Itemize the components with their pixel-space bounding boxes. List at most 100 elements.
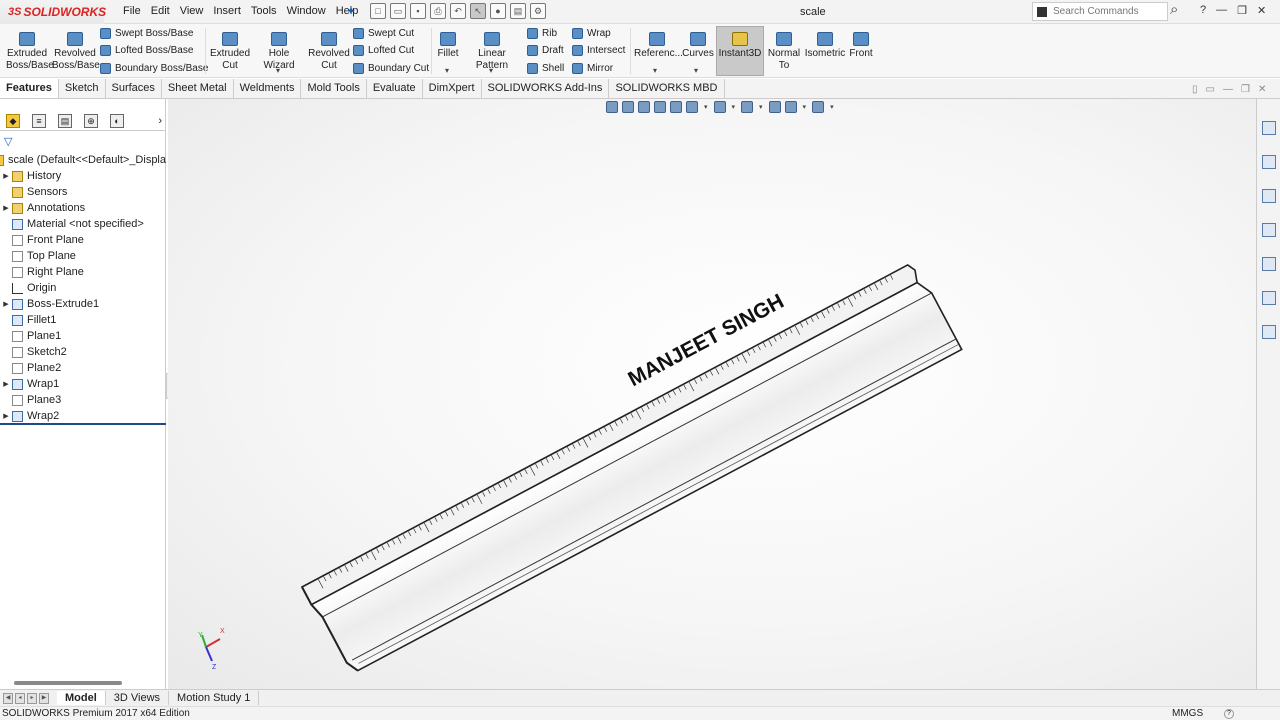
rib-button[interactable]: Rib — [527, 28, 557, 39]
normal-to-button[interactable]: Normal To — [766, 32, 802, 72]
first-tab-icon[interactable]: ◀ — [3, 692, 13, 704]
menu-file[interactable]: File — [118, 5, 146, 17]
reference-dropdown-icon[interactable]: ▾ — [653, 66, 657, 75]
tree-item[interactable]: ▶ Boss-Extrude1 — [0, 296, 166, 312]
section-view-icon[interactable] — [654, 101, 666, 113]
display-style-icon[interactable] — [713, 101, 726, 113]
property-manager-tab-icon[interactable]: ≡ — [32, 113, 46, 128]
tree-item[interactable]: Plane3 — [0, 392, 166, 408]
tab-sheet-metal[interactable]: Sheet Metal — [162, 79, 234, 98]
viewport-restore-icon[interactable]: ❐ — [1241, 84, 1250, 95]
tree-item[interactable]: Top Plane — [0, 248, 166, 264]
custom-properties-icon[interactable] — [1261, 291, 1276, 305]
view-orientation-icon[interactable] — [686, 101, 698, 113]
menu-view[interactable]: View — [175, 5, 209, 17]
display-manager-tab-icon[interactable]: ◐ — [110, 113, 124, 128]
save-icon[interactable]: ▪ — [410, 3, 426, 19]
filter-icon[interactable]: ▽ — [4, 135, 12, 148]
tree-item[interactable]: Front Plane — [0, 232, 166, 248]
restore-icon[interactable]: ❐ — [1237, 4, 1247, 17]
view-settings-dropdown-icon[interactable]: ▾ — [830, 103, 834, 111]
expand-arrow-icon[interactable]: ▶ — [0, 412, 12, 420]
edit-appearance-icon[interactable] — [768, 101, 781, 113]
open-icon[interactable]: ▭ — [390, 3, 406, 19]
tab-sketch[interactable]: Sketch — [59, 79, 106, 98]
tree-item[interactable]: scale (Default<<Default>_Displa — [0, 152, 166, 168]
tile-icon[interactable]: ▯ — [1192, 84, 1198, 95]
tab-dimxpert[interactable]: DimXpert — [423, 79, 482, 98]
scene-dropdown-icon[interactable]: ▾ — [803, 103, 807, 111]
file-properties-icon[interactable]: ▤ — [510, 3, 526, 19]
apply-scene-icon[interactable] — [784, 101, 797, 113]
expand-arrow-icon[interactable]: ▶ — [0, 300, 12, 308]
curves-button[interactable]: Curves — [682, 32, 714, 60]
tab-motion-study[interactable]: Motion Study 1 — [169, 691, 260, 705]
intersect-button[interactable]: Intersect — [572, 45, 625, 56]
extruded-cut-button[interactable]: Extruded Cut — [210, 32, 250, 72]
next-tab-icon[interactable]: ▸ — [27, 692, 37, 704]
units-selector[interactable]: MMGS — [1172, 708, 1203, 719]
isometric-button[interactable]: Isometric — [804, 32, 846, 60]
viewport-close-icon[interactable]: ✕ — [1258, 84, 1266, 95]
dynamic-annotation-icon[interactable] — [670, 101, 682, 113]
view-settings-icon[interactable] — [812, 101, 825, 113]
boundary-cut-button[interactable]: Boundary Cut — [353, 63, 429, 74]
minimize-icon[interactable]: — — [1216, 4, 1227, 17]
chevron-right-icon[interactable]: › — [158, 115, 162, 127]
feature-manager-tab-icon[interactable]: ◆ — [6, 113, 20, 128]
previous-view-icon[interactable] — [638, 101, 650, 113]
ruler-model[interactable]: MANJEET SINGH X Y Z — [168, 99, 1256, 689]
tab-weldments[interactable]: Weldments — [234, 79, 302, 98]
zoom-to-fit-icon[interactable] — [606, 101, 618, 113]
split-icon[interactable]: ▭ — [1206, 84, 1215, 95]
swept-boss-button[interactable]: Swept Boss/Base — [100, 28, 193, 39]
tree-item[interactable]: Plane1 — [0, 328, 166, 344]
expand-arrow-icon[interactable]: ▶ — [0, 172, 12, 180]
appearances-icon[interactable] — [1261, 257, 1276, 271]
tree-item[interactable]: ▶ History — [0, 168, 166, 184]
tree-item[interactable]: Plane2 — [0, 360, 166, 376]
display-style-dropdown-icon[interactable]: ▾ — [732, 103, 736, 111]
hide-show-items-icon[interactable] — [741, 101, 754, 113]
fillet-dropdown-icon[interactable]: ▾ — [445, 66, 449, 75]
tab-features[interactable]: Features — [0, 79, 59, 98]
menu-window[interactable]: Window — [282, 5, 331, 17]
pin-icon[interactable]: ✦ — [346, 4, 356, 18]
options-icon[interactable]: ⚙ — [530, 3, 546, 19]
tab-evaluate[interactable]: Evaluate — [367, 79, 423, 98]
forum-icon[interactable] — [1261, 325, 1276, 339]
design-library-icon[interactable] — [1261, 189, 1276, 203]
file-explorer-icon[interactable] — [1261, 223, 1276, 237]
revolved-boss-button[interactable]: Revolved Boss/Base — [52, 32, 100, 72]
tab-solidworks-mbd[interactable]: SOLIDWORKS MBD — [609, 79, 725, 98]
menu-tools[interactable]: Tools — [246, 5, 282, 17]
tree-item[interactable]: Fillet1 — [0, 312, 166, 328]
tab-surfaces[interactable]: Surfaces — [106, 79, 162, 98]
prev-tab-icon[interactable]: ◂ — [15, 692, 25, 704]
last-tab-icon[interactable]: ▶ — [39, 692, 49, 704]
solidworks-logo[interactable]: 3S SOLIDWORKS — [0, 0, 106, 24]
tree-item[interactable]: ▶ Wrap1 — [0, 376, 166, 392]
menu-edit[interactable]: Edit — [146, 5, 175, 17]
linear-pattern-dropdown-icon[interactable]: ▾ — [489, 66, 493, 75]
viewport-minimize-icon[interactable]: — — [1223, 84, 1233, 95]
new-document-icon[interactable]: □ — [370, 3, 386, 19]
horizontal-scrollbar[interactable] — [14, 681, 122, 685]
graphics-area[interactable]: MANJEET SINGH X Y Z — [168, 99, 1256, 689]
help-icon[interactable]: ? — [1200, 4, 1206, 17]
tab-model[interactable]: Model — [57, 691, 106, 705]
tree-item[interactable]: Sensors — [0, 184, 166, 200]
print-icon[interactable]: ⎙ — [430, 3, 446, 19]
tree-item[interactable]: Origin — [0, 280, 166, 296]
rebuild-icon[interactable]: ● — [490, 3, 506, 19]
rollback-bar[interactable] — [0, 423, 166, 425]
front-view-button[interactable]: Front — [848, 32, 874, 60]
lofted-boss-button[interactable]: Lofted Boss/Base — [100, 45, 193, 56]
tab-3d-views[interactable]: 3D Views — [106, 691, 170, 705]
extruded-boss-button[interactable]: Extruded Boss/Base — [6, 32, 54, 72]
tree-item[interactable]: Material <not specified> — [0, 216, 166, 232]
undo-icon[interactable]: ↶ — [450, 3, 466, 19]
hole-wizard-dropdown-icon[interactable]: ▾ — [276, 66, 280, 75]
zoom-to-area-icon[interactable] — [622, 101, 634, 113]
configuration-manager-tab-icon[interactable]: ▤ — [58, 113, 72, 128]
